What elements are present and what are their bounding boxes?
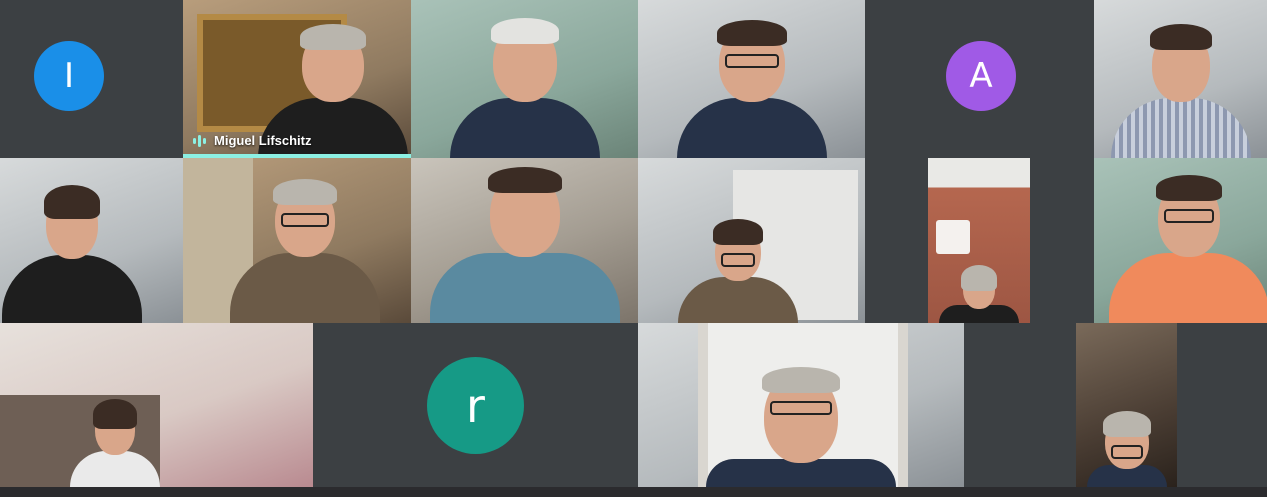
participant-tile-speaker[interactable]: Miguel Lifschitz (183, 0, 411, 158)
participant-video (939, 265, 1019, 323)
tile-gap (1177, 323, 1267, 487)
avatar-letter: r (466, 378, 485, 433)
speaker-name: Miguel Lifschitz (214, 133, 312, 148)
participant-tile[interactable] (411, 158, 638, 323)
avatar-r: r (427, 357, 524, 454)
participant-video (1109, 175, 1267, 323)
participant-tile[interactable] (1076, 323, 1177, 487)
participant-video (429, 167, 620, 323)
avatar-letter: I (63, 56, 75, 96)
wall-picture (936, 220, 970, 254)
participant-tile[interactable] (928, 158, 1030, 323)
participant-video (449, 18, 600, 158)
participant-tile[interactable] (0, 158, 183, 323)
participant-tile[interactable] (411, 0, 638, 158)
avatar-a: A (946, 41, 1016, 111)
participant-video (230, 179, 380, 323)
participant-video (678, 219, 798, 323)
participant-video (2, 185, 142, 323)
participant-tile-avatar-i[interactable]: I (0, 0, 183, 158)
tile-gap (865, 158, 928, 323)
participant-video (706, 367, 896, 487)
audio-bars-icon (193, 134, 206, 147)
participant-video (1086, 411, 1167, 487)
participant-tile[interactable] (638, 323, 964, 487)
tile-gap (1030, 158, 1094, 323)
participant-video (1110, 24, 1251, 158)
participant-tile-avatar-a[interactable]: A (865, 0, 1094, 158)
participant-tile[interactable] (0, 323, 313, 487)
participant-tile[interactable] (638, 0, 865, 158)
avatar-i: I (34, 41, 104, 111)
participant-tile[interactable] (183, 158, 411, 323)
participant-tile-avatar-r[interactable]: r (313, 323, 638, 487)
participant-video (676, 20, 827, 158)
participant-tile[interactable] (1094, 158, 1267, 323)
speaker-name-label: Miguel Lifschitz (193, 133, 312, 148)
participant-tile[interactable] (1094, 0, 1267, 158)
participant-tile[interactable] (638, 158, 865, 323)
tile-gap (964, 323, 1076, 487)
participant-video (70, 399, 160, 487)
avatar-letter: A (969, 56, 993, 96)
